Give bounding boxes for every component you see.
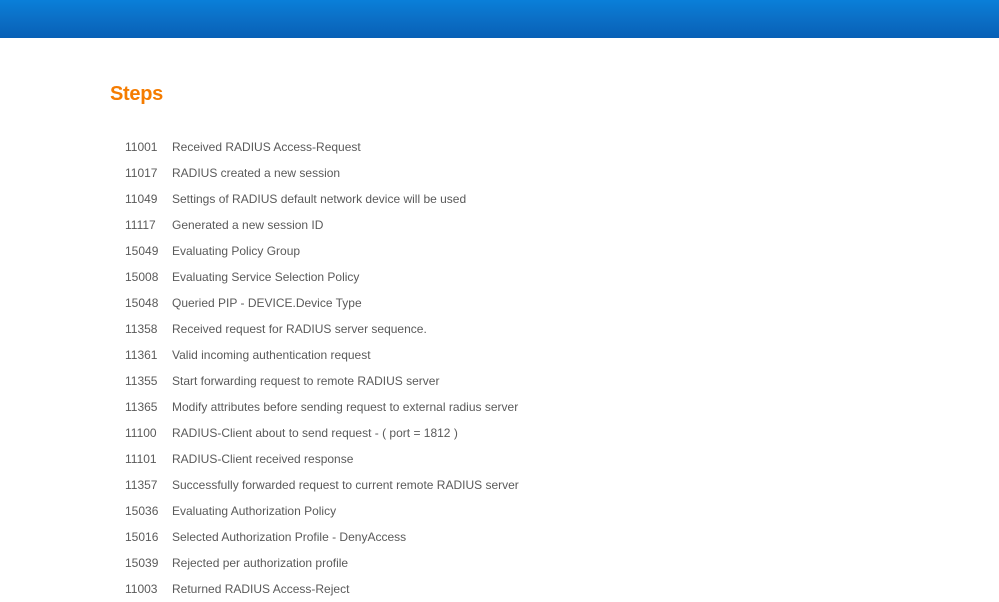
table-row: 11117Generated a new session ID xyxy=(110,212,519,238)
step-code: 11365 xyxy=(110,394,172,420)
table-row: 11001Received RADIUS Access-Request xyxy=(110,134,519,160)
step-code: 11049 xyxy=(110,186,172,212)
step-description: RADIUS-Client received response xyxy=(172,446,519,472)
step-code: 11100 xyxy=(110,420,172,446)
step-code: 11117 xyxy=(110,212,172,238)
step-description: RADIUS-Client about to send request - ( … xyxy=(172,420,519,446)
step-description: Evaluating Authorization Policy xyxy=(172,498,519,524)
table-row: 11101RADIUS-Client received response xyxy=(110,446,519,472)
step-description: Received request for RADIUS server seque… xyxy=(172,316,519,342)
step-code: 11003 xyxy=(110,576,172,602)
table-row: 11358Received request for RADIUS server … xyxy=(110,316,519,342)
step-code: 15039 xyxy=(110,550,172,576)
step-description: Modify attributes before sending request… xyxy=(172,394,519,420)
step-description: RADIUS created a new session xyxy=(172,160,519,186)
table-row: 15039Rejected per authorization profile xyxy=(110,550,519,576)
step-code: 11101 xyxy=(110,446,172,472)
table-row: 15016Selected Authorization Profile - De… xyxy=(110,524,519,550)
table-row: 15036Evaluating Authorization Policy xyxy=(110,498,519,524)
step-code: 15048 xyxy=(110,290,172,316)
table-row: 11100RADIUS-Client about to send request… xyxy=(110,420,519,446)
step-description: Rejected per authorization profile xyxy=(172,550,519,576)
table-row: 15008Evaluating Service Selection Policy xyxy=(110,264,519,290)
step-description: Start forwarding request to remote RADIU… xyxy=(172,368,519,394)
table-row: 15048Queried PIP - DEVICE.Device Type xyxy=(110,290,519,316)
step-code: 11001 xyxy=(110,134,172,160)
step-description: Successfully forwarded request to curren… xyxy=(172,472,519,498)
table-row: 11017RADIUS created a new session xyxy=(110,160,519,186)
table-row: 11357Successfully forwarded request to c… xyxy=(110,472,519,498)
step-description: Evaluating Policy Group xyxy=(172,238,519,264)
step-description: Selected Authorization Profile - DenyAcc… xyxy=(172,524,519,550)
step-description: Received RADIUS Access-Request xyxy=(172,134,519,160)
step-description: Settings of RADIUS default network devic… xyxy=(172,186,519,212)
step-code: 11361 xyxy=(110,342,172,368)
step-code: 11017 xyxy=(110,160,172,186)
step-description: Returned RADIUS Access-Reject xyxy=(172,576,519,602)
step-code: 15049 xyxy=(110,238,172,264)
table-row: 11049Settings of RADIUS default network … xyxy=(110,186,519,212)
content-area: Steps 11001Received RADIUS Access-Reques… xyxy=(0,38,999,602)
step-description: Evaluating Service Selection Policy xyxy=(172,264,519,290)
top-header-bar xyxy=(0,0,999,38)
step-code: 11355 xyxy=(110,368,172,394)
step-description: Queried PIP - DEVICE.Device Type xyxy=(172,290,519,316)
step-description: Valid incoming authentication request xyxy=(172,342,519,368)
section-title: Steps xyxy=(110,83,999,106)
table-row: 11361Valid incoming authentication reque… xyxy=(110,342,519,368)
step-code: 15036 xyxy=(110,498,172,524)
table-row: 15049Evaluating Policy Group xyxy=(110,238,519,264)
step-code: 11357 xyxy=(110,472,172,498)
step-description: Generated a new session ID xyxy=(172,212,519,238)
table-row: 11365Modify attributes before sending re… xyxy=(110,394,519,420)
step-code: 15016 xyxy=(110,524,172,550)
step-code: 11358 xyxy=(110,316,172,342)
step-code: 15008 xyxy=(110,264,172,290)
table-row: 11003Returned RADIUS Access-Reject xyxy=(110,576,519,602)
steps-table: 11001Received RADIUS Access-Request11017… xyxy=(110,134,519,602)
table-row: 11355Start forwarding request to remote … xyxy=(110,368,519,394)
